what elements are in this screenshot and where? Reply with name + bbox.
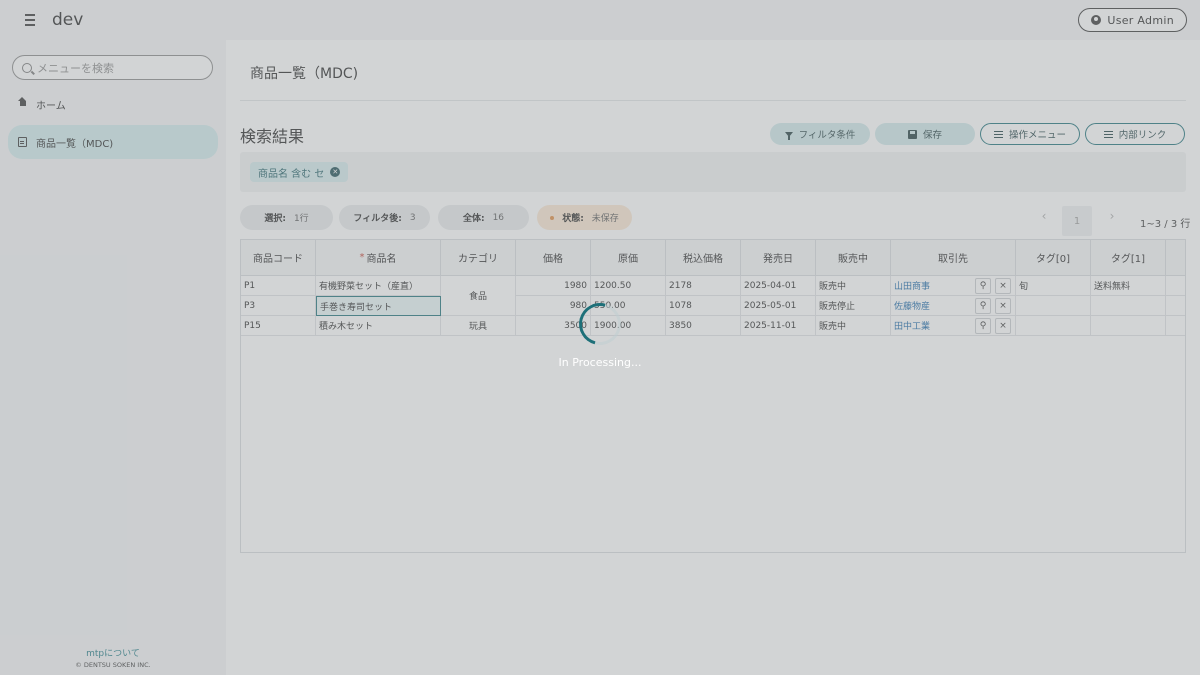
processing-message: In Processing... bbox=[558, 356, 642, 369]
